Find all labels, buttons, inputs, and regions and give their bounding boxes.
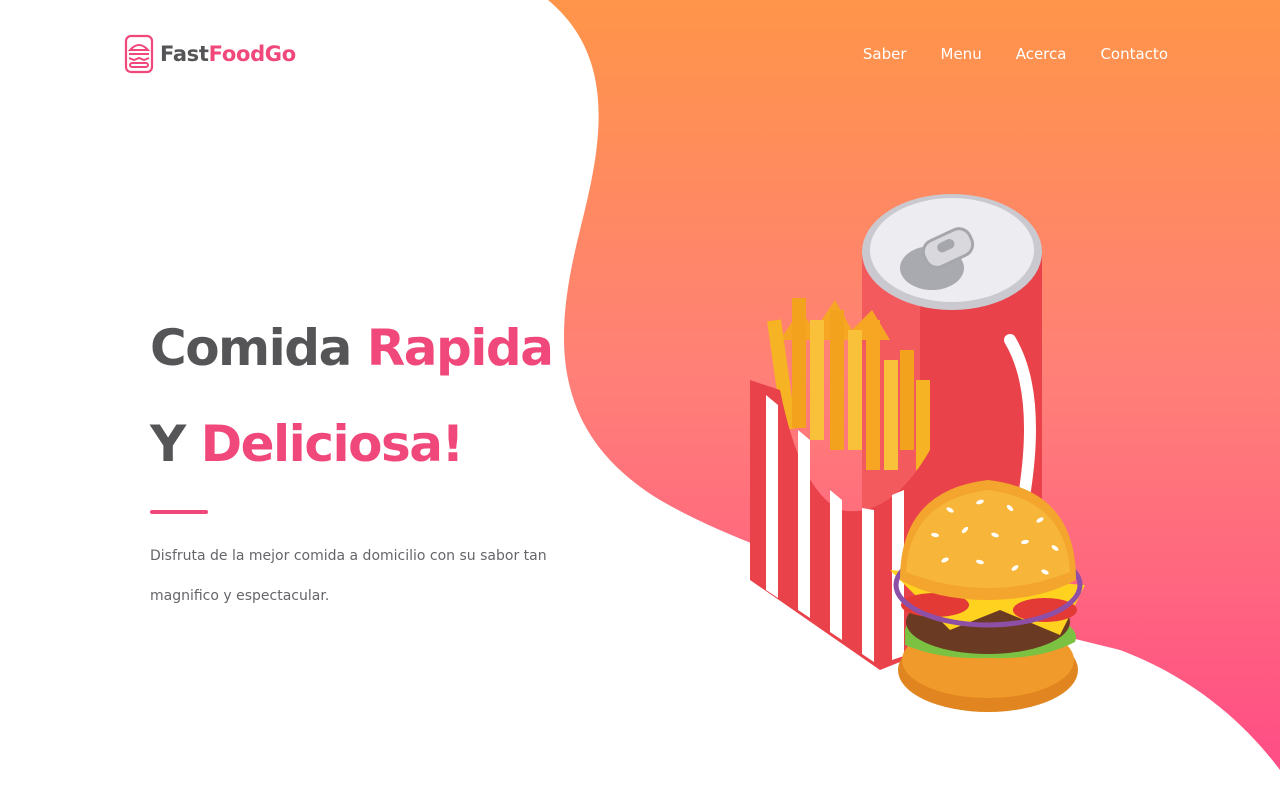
hero-description: Disfruta de la mejor comida a domicilio … xyxy=(150,548,547,604)
hero-divider xyxy=(150,510,208,514)
brand-name-part2: FoodGo xyxy=(208,42,297,66)
nav-contacto[interactable]: Contacto xyxy=(1100,45,1168,63)
brand-logo[interactable]: FastFoodGo xyxy=(124,34,296,74)
brand-name: FastFoodGo xyxy=(160,42,296,66)
nav-saber[interactable]: Saber xyxy=(863,45,907,63)
hero-title-line1-plain: Comida xyxy=(150,319,367,377)
nav-menu[interactable]: Menu xyxy=(941,45,982,63)
burger-icon xyxy=(124,34,154,74)
hero-section: Comida Rapida Y Deliciosa! Disfruta de l… xyxy=(150,300,570,616)
burger-illustration-icon xyxy=(890,480,1085,712)
hero-title-line2-accent: Deliciosa! xyxy=(200,415,465,473)
main-nav: Saber Menu Acerca Contacto xyxy=(863,45,1168,63)
brand-name-part1: Fast xyxy=(160,42,209,66)
hero-title-line1-accent: Rapida xyxy=(366,319,554,377)
hero-title: Comida Rapida Y Deliciosa! xyxy=(150,300,570,492)
hero-title-line2-plain: Y xyxy=(150,415,201,473)
nav-acerca[interactable]: Acerca xyxy=(1016,45,1067,63)
landing-page: FastFoodGo Saber Menu Acerca Contacto Co… xyxy=(0,0,1280,800)
fast-food-illustration xyxy=(750,194,1085,712)
